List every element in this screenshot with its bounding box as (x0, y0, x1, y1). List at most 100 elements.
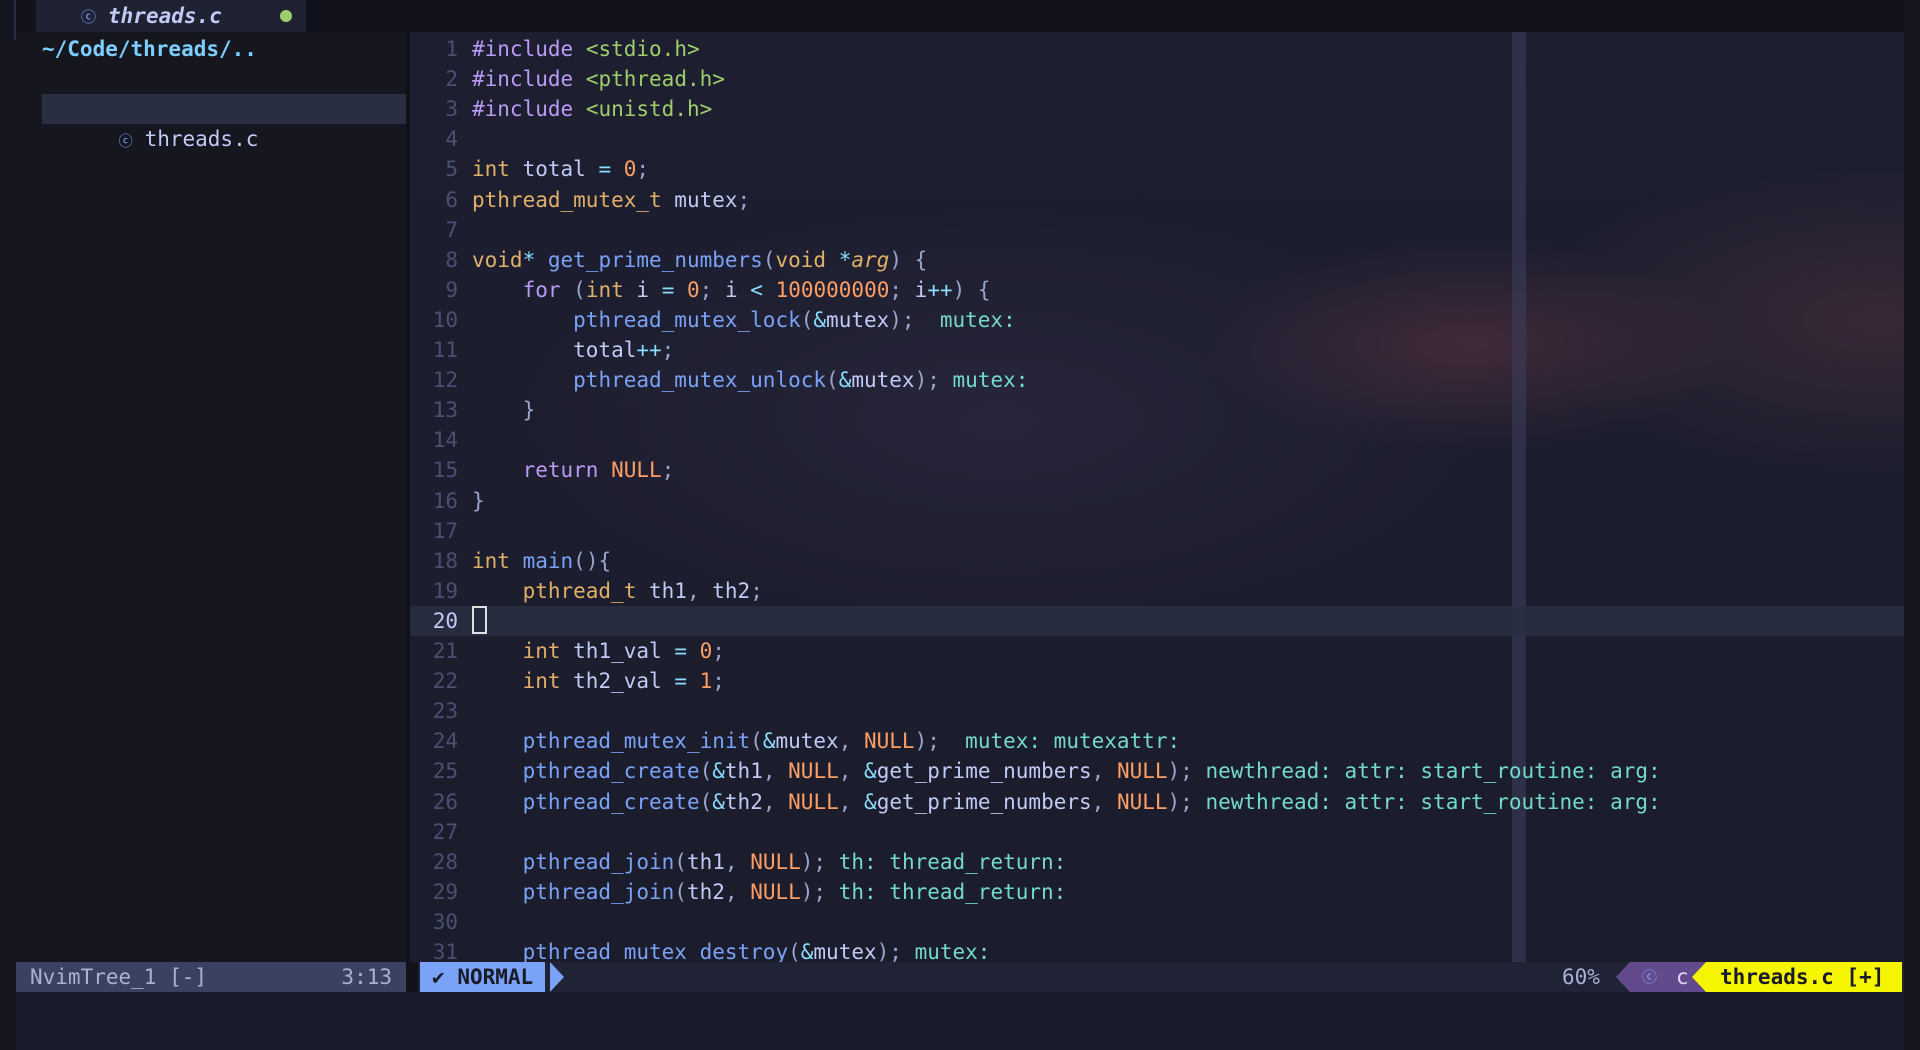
code-token: pthread_mutex_init (522, 729, 751, 754)
line-number: 29 (432, 879, 458, 904)
c-file-icon: ⓒ (81, 7, 97, 26)
code-line[interactable]: 27 (410, 817, 1904, 847)
code-token: ( (826, 368, 839, 393)
code-line[interactable]: 25 pthread_create(&th1, NULL, &get_prime… (410, 756, 1904, 786)
code-token: & (864, 759, 877, 784)
modified-dot-icon (280, 10, 292, 22)
line-number: 25 (432, 759, 458, 784)
code-token: ); (876, 940, 902, 964)
code-token: get_prime_numbers (876, 759, 1092, 784)
code-line[interactable]: 21 int th1_val = 0; (410, 636, 1904, 666)
code-line[interactable]: 12 pthread_mutex_unlock(&mutex); mutex: (410, 365, 1904, 395)
code-token: mutex (851, 368, 915, 393)
code-line[interactable]: 15 return NULL; (410, 455, 1904, 485)
code-line[interactable]: 19 pthread_t th1, th2; (410, 576, 1904, 606)
code-line[interactable]: 17 (410, 516, 1904, 546)
code-token: ++ (636, 338, 662, 362)
code-editor[interactable]: 1 #include <stdio.h> 2 #include <pthread.h>… (410, 32, 1904, 964)
tree-item-threads-c[interactable]: ⓒ threads.c (42, 94, 406, 151)
scroll-percent: 60% (1562, 965, 1600, 989)
code-line[interactable]: 1 #include <stdio.h> (410, 34, 1904, 64)
code-token: , (724, 879, 738, 904)
code-token: ( (762, 247, 776, 272)
code-token: arg (851, 247, 890, 272)
code-token: pthread_mutex_t (472, 187, 662, 212)
code-line[interactable]: 16} (410, 486, 1904, 516)
line-number: 1 (445, 37, 458, 61)
code-line[interactable]: 3 #include <unistd.h> (410, 94, 1904, 124)
line-number: 16 (432, 488, 458, 513)
code-token: <pthread.h> (585, 67, 725, 92)
code-line[interactable]: 28 pthread_join(th1, NULL); th: thread_r… (410, 847, 1904, 877)
code-text: #include <stdio.h> (472, 34, 700, 64)
code-token: newthread: attr: start_routine: arg: (1205, 789, 1661, 814)
code-text: } (472, 486, 485, 516)
code-token: < (750, 277, 763, 302)
code-token: int (472, 548, 510, 573)
code-line[interactable]: 26 pthread_create(&th2, NULL, &get_prime… (410, 787, 1904, 817)
code-line[interactable]: 23 (410, 696, 1904, 726)
code-line[interactable]: 6 pthread_mutex_t mutex; (410, 185, 1904, 215)
line-number: 17 (432, 518, 458, 543)
code-line[interactable]: 9 for (int i = 0; i < 100000000; i++) { (410, 275, 1904, 305)
code-token: ( (750, 729, 763, 754)
code-line[interactable]: 2 #include <pthread.h> (410, 64, 1904, 94)
code-line[interactable]: 11 total++; (410, 335, 1904, 365)
code-token: get_prime_numbers (547, 247, 763, 272)
code-line[interactable]: 7 (410, 215, 1904, 245)
code-line[interactable]: 14 (410, 425, 1904, 455)
code-token: ); (914, 368, 940, 393)
code-line[interactable]: 4 (410, 124, 1904, 154)
command-line[interactable] (16, 992, 1904, 1050)
code-line[interactable]: 10 pthread_mutex_lock(&mutex); mutex: (410, 305, 1904, 335)
code-text: pthread_create(&th1, NULL, &get_prime_nu… (472, 756, 1661, 786)
code-token: int (472, 157, 510, 182)
code-token: , (1091, 759, 1105, 784)
code-token: mutex: (939, 307, 1016, 332)
tree-statusline: NvimTree_1 [-] 3:13 (16, 962, 406, 992)
code-token: ; (889, 277, 903, 302)
tree-item-label: threads.c (144, 127, 259, 151)
code-token: i (623, 277, 662, 302)
buffer-tab[interactable]: ⓒ threads.c (36, 0, 306, 32)
tree-item-threads[interactable]: 🗎threads (64, 64, 233, 121)
code-line[interactable]: 5 int total = 0; (410, 154, 1904, 184)
code-line[interactable]: 8 void* get_prime_numbers(void *arg) { (410, 245, 1904, 275)
code-line[interactable]: 22 int th2_val = 1; (410, 666, 1904, 696)
code-text: pthread_join(th1, NULL); th: thread_retu… (472, 847, 1067, 877)
code-line[interactable]: 20 (410, 605, 1904, 636)
line-number: 26 (432, 789, 458, 814)
code-token: NULL (864, 729, 915, 754)
code-text: int th2_val = 1; (472, 666, 725, 696)
code-token: <unistd.h> (585, 97, 713, 122)
code-line[interactable]: 24 pthread_mutex_init(&mutex, NULL); mut… (410, 726, 1904, 756)
code-line[interactable]: 18 int main(){ (410, 546, 1904, 576)
tree-root-path[interactable]: ~/Code/threads/.. (42, 34, 257, 64)
code-token: pthread_mutex_destroy (522, 940, 789, 964)
code-token: NULL (1116, 789, 1168, 814)
code-token: ); (800, 879, 827, 904)
code-token: NULL (750, 849, 801, 874)
code-line[interactable]: 29 pthread_join(th2, NULL); th: thread_r… (410, 877, 1904, 907)
line-number: 20 (432, 608, 458, 633)
code-text: pthread_create(&th2, NULL, &get_prime_nu… (472, 787, 1661, 817)
code-token: , (838, 789, 852, 814)
code-token: #include (472, 97, 574, 122)
code-token: & (712, 789, 725, 814)
code-token: pthread_mutex_lock (573, 307, 801, 332)
code-token: & (762, 729, 776, 754)
code-line[interactable]: 30 (410, 907, 1904, 937)
code-text: void* get_prime_numbers(void *arg) { (472, 245, 927, 275)
code-line[interactable]: 13 } (410, 395, 1904, 425)
code-token: mutex (775, 729, 839, 754)
